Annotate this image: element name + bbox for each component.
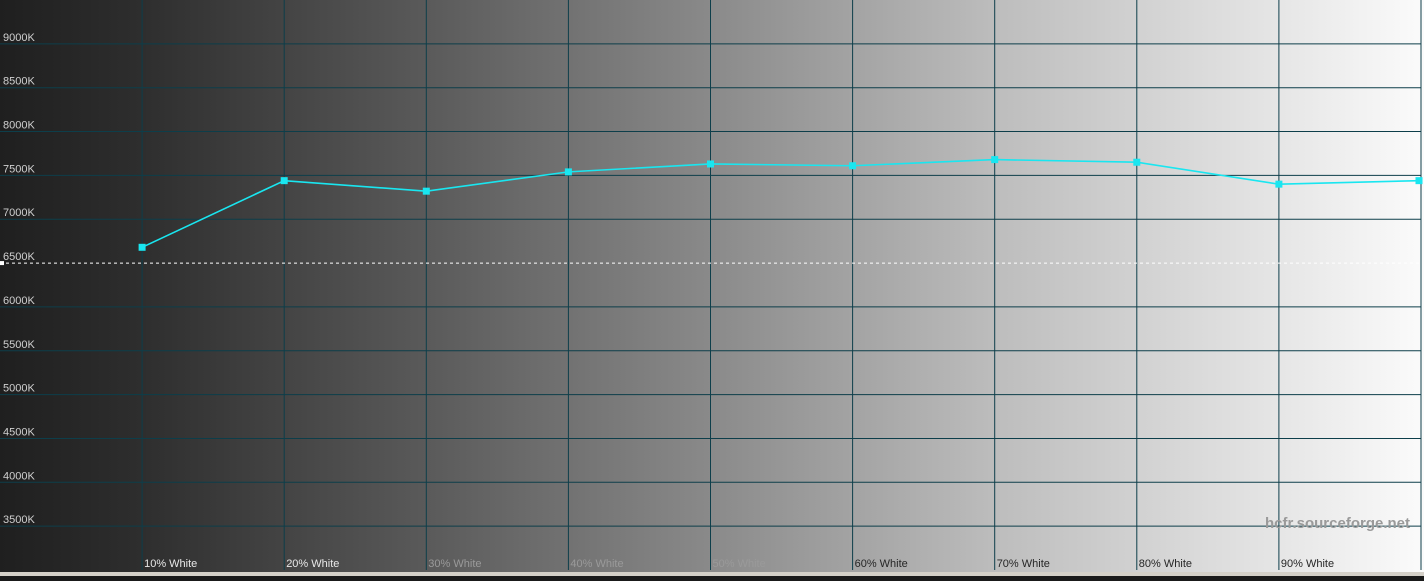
x-tick-label: 60% White [855,558,908,570]
scrollbar-strip[interactable] [0,572,1424,576]
x-tick-label: 80% White [1139,558,1192,570]
data-point [707,160,714,168]
data-point [1133,158,1141,166]
y-tick-label: 5500K [3,339,35,351]
y-tick-label: 8000K [3,120,35,132]
y-tick-label: 5000K [3,383,35,395]
data-point [991,156,999,164]
y-tick-label: 8500K [3,76,35,88]
data-point [422,187,430,195]
y-tick-label: 7500K [3,163,35,175]
x-tick-label: 40% White [570,558,623,570]
data-point [280,177,288,185]
y-tick-label: 7000K [3,207,35,219]
chart-svg: 9000K 8500K 8000K 7500K 7000K 6500K 6000K 5500K… [0,0,1424,576]
y-tick-label: 6000K [3,295,35,307]
color-temperature-chart: 9000K 8500K 8000K 7500K 7000K 6500K 6000K 5500K… [0,0,1424,576]
y-tick-label: 9000K [3,32,35,44]
y-tick-label: 4000K [3,470,35,482]
y-tick-label: 6500K [3,251,35,263]
x-tick-label: 10% White [144,558,197,570]
data-point [138,243,146,251]
data-point [564,168,572,176]
data-point [849,162,857,170]
y-tick-label: 4500K [3,426,35,438]
data-point [1275,180,1283,188]
chart-background [0,0,1424,576]
x-tick-label: 50% White [713,558,766,570]
y-tick-label: 3500K [3,514,35,526]
x-tick-label: 70% White [997,558,1050,570]
x-tick-label: 20% White [286,558,339,570]
x-tick-label: 30% White [428,558,481,570]
data-point [1415,177,1423,185]
watermark-text: hcfr.sourceforge.net [1265,515,1410,532]
x-tick-label: 90% White [1281,558,1334,570]
